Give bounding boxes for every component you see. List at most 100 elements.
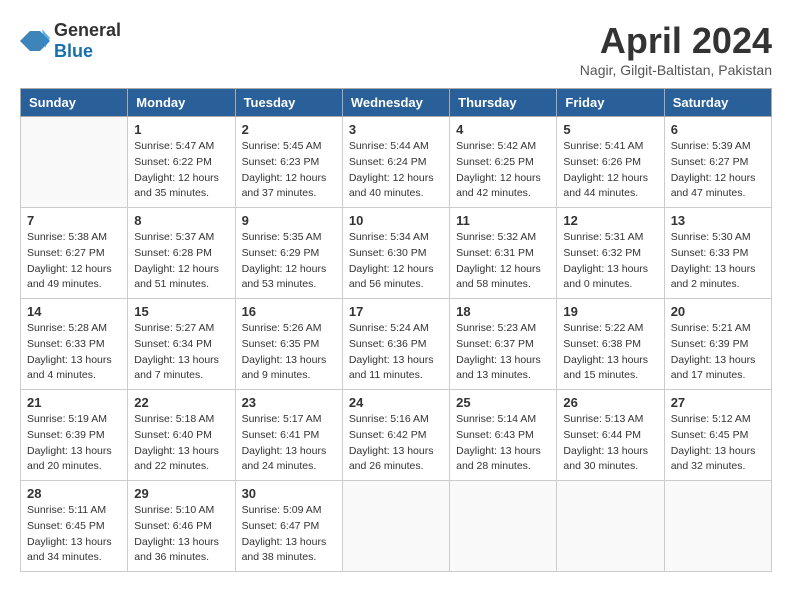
calendar-cell: 24 Sunrise: 5:16 AM Sunset: 6:42 PM Dayli… (342, 390, 449, 481)
day-number: 4 (456, 122, 550, 137)
weekday-header: Monday (128, 89, 235, 117)
day-number: 23 (242, 395, 336, 410)
calendar-cell: 7 Sunrise: 5:38 AM Sunset: 6:27 PM Daylig… (21, 208, 128, 299)
calendar-cell: 19 Sunrise: 5:22 AM Sunset: 6:38 PM Dayli… (557, 299, 664, 390)
day-number: 13 (671, 213, 765, 228)
day-number: 17 (349, 304, 443, 319)
calendar-week-row: 14 Sunrise: 5:28 AM Sunset: 6:33 PM Dayli… (21, 299, 772, 390)
day-info: Sunrise: 5:47 AM Sunset: 6:22 PM Dayligh… (134, 139, 228, 202)
calendar-cell: 18Sunrise: 5:23 AM Sunset: 6:37 PM Dayli… (450, 299, 557, 390)
day-number: 30 (242, 486, 336, 501)
calendar-cell: 25Sunrise: 5:14 AM Sunset: 6:43 PM Dayli… (450, 390, 557, 481)
calendar-cell: 15 Sunrise: 5:27 AM Sunset: 6:34 PM Dayli… (128, 299, 235, 390)
day-info: Sunrise: 5:39 AM Sunset: 6:27 PM Dayligh… (671, 139, 765, 202)
calendar-cell: 3 Sunrise: 5:44 AM Sunset: 6:24 PM Daylig… (342, 117, 449, 208)
day-number: 6 (671, 122, 765, 137)
month-title: April 2024 (580, 20, 772, 62)
day-info: Sunrise: 5:17 AM Sunset: 6:41 PM Dayligh… (242, 412, 336, 475)
calendar-cell: 13 Sunrise: 5:30 AM Sunset: 6:33 PM Dayli… (664, 208, 771, 299)
day-number: 24 (349, 395, 443, 410)
page-header: General Blue April 2024 Nagir, Gilgit-Ba… (20, 20, 772, 78)
calendar-cell: 8 Sunrise: 5:37 AM Sunset: 6:28 PM Daylig… (128, 208, 235, 299)
day-info: Sunrise: 5:16 AM Sunset: 6:42 PM Dayligh… (349, 412, 443, 475)
day-number: 2 (242, 122, 336, 137)
day-info: Sunrise: 5:34 AM Sunset: 6:30 PM Dayligh… (349, 230, 443, 293)
calendar-cell: 30 Sunrise: 5:09 AM Sunset: 6:47 PM Dayli… (235, 481, 342, 572)
day-info: Sunrise: 5:30 AM Sunset: 6:33 PM Dayligh… (671, 230, 765, 293)
calendar-cell: 28Sunrise: 5:11 AM Sunset: 6:45 PM Dayli… (21, 481, 128, 572)
day-number: 16 (242, 304, 336, 319)
day-info: Sunrise: 5:45 AM Sunset: 6:23 PM Dayligh… (242, 139, 336, 202)
calendar-cell (557, 481, 664, 572)
calendar-cell: 21Sunrise: 5:19 AM Sunset: 6:39 PM Dayli… (21, 390, 128, 481)
location-subtitle: Nagir, Gilgit-Baltistan, Pakistan (580, 62, 772, 78)
day-info: Sunrise: 5:41 AM Sunset: 6:26 PM Dayligh… (563, 139, 657, 202)
day-info: Sunrise: 5:14 AM Sunset: 6:43 PM Dayligh… (456, 412, 550, 475)
day-number: 11 (456, 213, 550, 228)
day-number: 14 (27, 304, 121, 319)
day-info: Sunrise: 5:22 AM Sunset: 6:38 PM Dayligh… (563, 321, 657, 384)
day-number: 9 (242, 213, 336, 228)
calendar-week-row: 28Sunrise: 5:11 AM Sunset: 6:45 PM Dayli… (21, 481, 772, 572)
logo-icon (20, 26, 50, 56)
day-number: 7 (27, 213, 121, 228)
weekday-header: Saturday (664, 89, 771, 117)
weekday-header: Thursday (450, 89, 557, 117)
calendar-week-row: 7 Sunrise: 5:38 AM Sunset: 6:27 PM Daylig… (21, 208, 772, 299)
title-block: April 2024 Nagir, Gilgit-Baltistan, Paki… (580, 20, 772, 78)
calendar-cell: 4 Sunrise: 5:42 AM Sunset: 6:25 PM Daylig… (450, 117, 557, 208)
day-number: 26 (563, 395, 657, 410)
day-number: 1 (134, 122, 228, 137)
day-info: Sunrise: 5:38 AM Sunset: 6:27 PM Dayligh… (27, 230, 121, 293)
calendar-cell: 12 Sunrise: 5:31 AM Sunset: 6:32 PM Dayli… (557, 208, 664, 299)
calendar-cell: 5 Sunrise: 5:41 AM Sunset: 6:26 PM Daylig… (557, 117, 664, 208)
calendar-cell: 2 Sunrise: 5:45 AM Sunset: 6:23 PM Daylig… (235, 117, 342, 208)
day-info: Sunrise: 5:44 AM Sunset: 6:24 PM Dayligh… (349, 139, 443, 202)
weekday-header: Friday (557, 89, 664, 117)
day-info: Sunrise: 5:32 AM Sunset: 6:31 PM Dayligh… (456, 230, 550, 293)
day-number: 20 (671, 304, 765, 319)
calendar-week-row: 1 Sunrise: 5:47 AM Sunset: 6:22 PM Daylig… (21, 117, 772, 208)
day-number: 19 (563, 304, 657, 319)
day-info: Sunrise: 5:28 AM Sunset: 6:33 PM Dayligh… (27, 321, 121, 384)
calendar-cell: 27 Sunrise: 5:12 AM Sunset: 6:45 PM Dayli… (664, 390, 771, 481)
day-number: 5 (563, 122, 657, 137)
calendar-cell: 10Sunrise: 5:34 AM Sunset: 6:30 PM Dayli… (342, 208, 449, 299)
calendar-cell: 17Sunrise: 5:24 AM Sunset: 6:36 PM Dayli… (342, 299, 449, 390)
calendar-header-row: SundayMondayTuesdayWednesdayThursdayFrid… (21, 89, 772, 117)
day-info: Sunrise: 5:42 AM Sunset: 6:25 PM Dayligh… (456, 139, 550, 202)
day-info: Sunrise: 5:31 AM Sunset: 6:32 PM Dayligh… (563, 230, 657, 293)
day-info: Sunrise: 5:13 AM Sunset: 6:44 PM Dayligh… (563, 412, 657, 475)
day-info: Sunrise: 5:11 AM Sunset: 6:45 PM Dayligh… (27, 503, 121, 566)
calendar-week-row: 21Sunrise: 5:19 AM Sunset: 6:39 PM Dayli… (21, 390, 772, 481)
calendar-cell: 11 Sunrise: 5:32 AM Sunset: 6:31 PM Dayli… (450, 208, 557, 299)
day-number: 3 (349, 122, 443, 137)
weekday-header: Sunday (21, 89, 128, 117)
calendar-cell (450, 481, 557, 572)
calendar-cell: 14 Sunrise: 5:28 AM Sunset: 6:33 PM Dayli… (21, 299, 128, 390)
logo-blue: Blue (54, 41, 93, 61)
day-info: Sunrise: 5:09 AM Sunset: 6:47 PM Dayligh… (242, 503, 336, 566)
day-number: 8 (134, 213, 228, 228)
calendar-cell: 1 Sunrise: 5:47 AM Sunset: 6:22 PM Daylig… (128, 117, 235, 208)
day-number: 27 (671, 395, 765, 410)
logo-general: General (54, 20, 121, 40)
day-number: 15 (134, 304, 228, 319)
day-number: 12 (563, 213, 657, 228)
calendar-cell: 9 Sunrise: 5:35 AM Sunset: 6:29 PM Daylig… (235, 208, 342, 299)
calendar-cell: 20Sunrise: 5:21 AM Sunset: 6:39 PM Dayli… (664, 299, 771, 390)
calendar-cell: 16Sunrise: 5:26 AM Sunset: 6:35 PM Dayli… (235, 299, 342, 390)
day-info: Sunrise: 5:35 AM Sunset: 6:29 PM Dayligh… (242, 230, 336, 293)
day-info: Sunrise: 5:12 AM Sunset: 6:45 PM Dayligh… (671, 412, 765, 475)
calendar-cell: 6 Sunrise: 5:39 AM Sunset: 6:27 PM Daylig… (664, 117, 771, 208)
calendar-cell: 22Sunrise: 5:18 AM Sunset: 6:40 PM Dayli… (128, 390, 235, 481)
day-info: Sunrise: 5:37 AM Sunset: 6:28 PM Dayligh… (134, 230, 228, 293)
weekday-header: Tuesday (235, 89, 342, 117)
calendar-cell (21, 117, 128, 208)
day-info: Sunrise: 5:18 AM Sunset: 6:40 PM Dayligh… (134, 412, 228, 475)
day-info: Sunrise: 5:23 AM Sunset: 6:37 PM Dayligh… (456, 321, 550, 384)
day-info: Sunrise: 5:19 AM Sunset: 6:39 PM Dayligh… (27, 412, 121, 475)
calendar-cell: 29Sunrise: 5:10 AM Sunset: 6:46 PM Dayli… (128, 481, 235, 572)
day-number: 29 (134, 486, 228, 501)
day-info: Sunrise: 5:27 AM Sunset: 6:34 PM Dayligh… (134, 321, 228, 384)
